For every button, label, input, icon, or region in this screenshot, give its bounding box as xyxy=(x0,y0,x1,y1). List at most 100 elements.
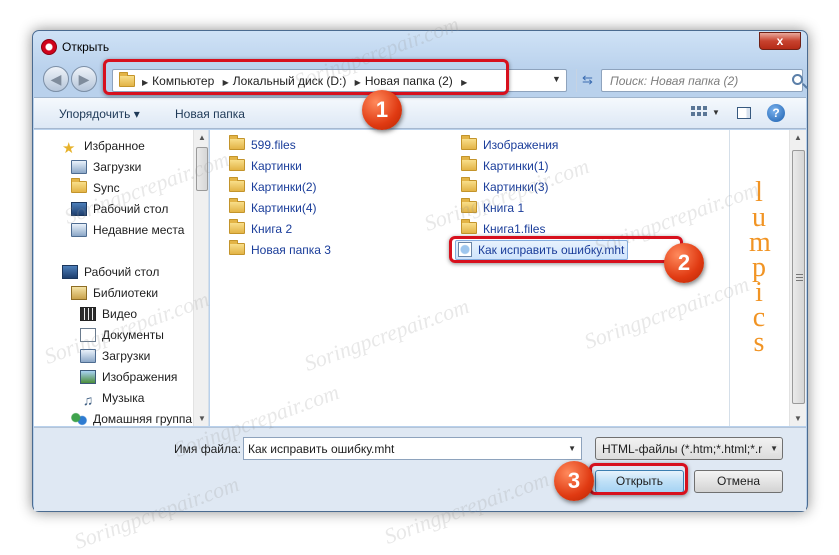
forward-arrow-icon: ▶ xyxy=(78,71,90,87)
cancel-button[interactable]: Отмена xyxy=(694,470,783,493)
list-item[interactable]: Картинки xyxy=(229,156,302,179)
scroll-thumb[interactable] xyxy=(196,147,208,191)
nav-libraries[interactable]: Библиотеки xyxy=(71,286,158,306)
preview-pane-icon[interactable] xyxy=(737,107,751,119)
address-callout-box xyxy=(103,59,509,95)
step-3-badge: 3 xyxy=(554,461,594,501)
list-item[interactable]: Книга 2 xyxy=(229,219,292,242)
folder-icon xyxy=(229,135,245,150)
list-item[interactable]: Картинки(2) xyxy=(229,177,317,200)
nav-label: Рабочий стол xyxy=(84,265,160,279)
list-item[interactable]: Картинки(4) xyxy=(229,198,317,221)
folder-icon xyxy=(461,156,477,171)
nav-favorites[interactable]: ★ Избранное xyxy=(62,139,145,159)
nav-label: Библиотеки xyxy=(93,286,159,300)
list-item[interactable]: Картинки(3) xyxy=(461,177,549,200)
open-callout-box xyxy=(589,463,688,495)
chevron-down-icon[interactable]: ▼ xyxy=(770,444,778,453)
file-name: Книга1.files xyxy=(483,222,546,236)
back-arrow-icon: ◀ xyxy=(50,71,62,87)
list-item[interactable]: Изображения xyxy=(461,135,558,158)
folder-icon xyxy=(461,177,477,192)
nav-downloads[interactable]: Загрузки xyxy=(71,160,141,180)
folder-icon xyxy=(229,219,245,234)
file-list: 599.files Картинки Картинки(2) Картинки(… xyxy=(210,130,729,426)
step-1-badge: 1 xyxy=(362,90,402,130)
scroll-down-icon[interactable]: ▼ xyxy=(794,414,802,423)
lumpics-logo: l u m p i c s xyxy=(749,179,771,358)
nav-label: Недавние места xyxy=(93,223,185,237)
nav-library-downloads[interactable]: Загрузки xyxy=(80,349,150,369)
back-button[interactable]: ◀ xyxy=(43,66,69,92)
title-bar: Открыть x xyxy=(33,31,807,61)
nav-sync[interactable]: Sync xyxy=(71,178,120,201)
filename-field[interactable]: Как исправить ошибку.mht ▼ xyxy=(243,437,582,460)
nav-label: Музыка xyxy=(102,391,145,405)
file-name: Картинки(4) xyxy=(251,201,317,215)
organize-button[interactable]: Упорядочить ▾ xyxy=(59,107,140,121)
nav-desktop-root[interactable]: Рабочий стол xyxy=(62,265,159,285)
file-name: 599.files xyxy=(251,138,296,152)
navigation-pane: ★ Избранное Загрузки Sync Рабочий стол Не… xyxy=(34,130,209,426)
music-icon: ♫ xyxy=(82,392,94,408)
list-item[interactable]: Картинки(1) xyxy=(461,156,549,179)
search-input[interactable]: Поиск: Новая папка (2) xyxy=(601,69,803,92)
chevron-down-icon[interactable]: ▼ xyxy=(712,108,720,117)
homegroup-icon xyxy=(71,412,87,426)
nav-label: Домашняя группа xyxy=(93,412,193,426)
list-item[interactable]: Новая папка 3 xyxy=(229,240,331,263)
desktop-icon xyxy=(62,265,78,279)
logo-letter: s xyxy=(753,327,765,358)
folder-icon xyxy=(229,240,245,255)
nav-recent-places[interactable]: Недавние места xyxy=(71,223,184,243)
nav-pictures[interactable]: Изображения xyxy=(80,370,177,390)
scroll-up-icon[interactable]: ▲ xyxy=(794,133,802,142)
nav-documents[interactable]: Документы xyxy=(80,328,164,348)
nav-label: Видео xyxy=(102,307,138,321)
nav-label: Рабочий стол xyxy=(93,202,169,216)
nav-music[interactable]: ♫ Музыка xyxy=(80,391,145,411)
new-folder-button[interactable]: Новая папка xyxy=(175,107,245,121)
file-type-value: HTML-файлы (*.htm;*.html;*.r xyxy=(602,442,763,456)
folder-icon xyxy=(229,156,245,171)
step-2-badge: 2 xyxy=(664,243,704,283)
filename-label: Имя файла: xyxy=(174,442,241,456)
file-scrollbar[interactable]: ▲ ▼ xyxy=(789,130,806,426)
folder-icon xyxy=(461,198,477,213)
downloads-icon xyxy=(80,349,96,363)
scroll-thumb[interactable] xyxy=(792,150,805,404)
nav-label: Sync xyxy=(93,181,120,195)
command-bar: Упорядочить ▾ Новая папка ▼ ? xyxy=(34,97,806,129)
help-icon[interactable]: ? xyxy=(767,104,785,122)
dialog-title: Открыть xyxy=(62,40,110,54)
nav-label: Документы xyxy=(102,328,164,342)
nav-desktop[interactable]: Рабочий стол xyxy=(71,202,168,222)
file-name: Картинки(1) xyxy=(483,159,549,173)
dialog-footer: Имя файла: Как исправить ошибку.mht ▼ HT… xyxy=(34,427,806,511)
search-icon[interactable] xyxy=(792,74,803,85)
refresh-button[interactable]: ⇆ xyxy=(576,69,598,92)
pictures-icon xyxy=(80,370,96,384)
scroll-up-icon[interactable]: ▲ xyxy=(198,133,206,142)
file-name: Картинки(2) xyxy=(251,180,317,194)
nav-label: Избранное xyxy=(84,139,145,153)
folder-icon xyxy=(461,135,477,150)
forward-button[interactable]: ▶ xyxy=(71,66,97,92)
list-item[interactable]: Книга 1 xyxy=(461,198,524,221)
list-item[interactable]: 599.files xyxy=(229,135,296,158)
file-name: Картинки(3) xyxy=(483,180,549,194)
file-name: Новая папка 3 xyxy=(251,243,331,257)
folder-icon xyxy=(461,219,477,234)
nav-video[interactable]: Видео xyxy=(80,307,137,327)
scroll-down-icon[interactable]: ▼ xyxy=(198,414,206,423)
chevron-down-icon[interactable]: ▼ xyxy=(552,74,561,84)
file-name: Картинки xyxy=(251,159,302,173)
close-button[interactable]: x xyxy=(759,32,801,50)
view-options-icon[interactable] xyxy=(689,104,709,122)
file-type-select[interactable]: HTML-файлы (*.htm;*.html;*.r ▼ xyxy=(595,437,783,460)
nav-homegroup[interactable]: Домашняя группа xyxy=(71,412,192,426)
chevron-down-icon[interactable]: ▼ xyxy=(568,444,576,453)
filename-value: Как исправить ошибку.mht xyxy=(248,442,395,456)
file-callout-box xyxy=(449,236,683,263)
nav-scrollbar[interactable]: ▲ ▼ xyxy=(193,130,208,426)
